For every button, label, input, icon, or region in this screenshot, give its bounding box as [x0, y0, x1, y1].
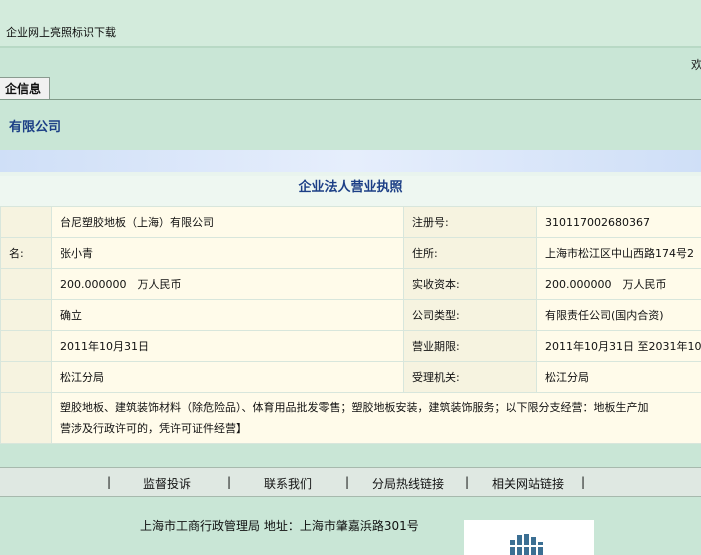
business-scope-line-2: 营涉及行政许可的，凭许可证件经营】: [60, 422, 247, 435]
registration-number-value: 310117002680367: [536, 206, 701, 238]
registration-authority-value: 松江分局: [51, 361, 404, 393]
nav-separator: |: [107, 475, 112, 489]
company-name-heading: 有限公司: [9, 120, 62, 135]
welcome-text: 欢: [691, 58, 701, 72]
field-label: [0, 206, 52, 238]
field-label: [0, 330, 52, 362]
field-label: [0, 299, 52, 331]
registered-capital-value: 200.000000 万人民币: [51, 268, 404, 300]
registration-number-label: 注册号:: [403, 206, 537, 238]
tab-company-info[interactable]: 企信息: [0, 77, 51, 100]
nav-link-complaints[interactable]: 监督投诉: [143, 475, 191, 492]
building-logo-icon: [508, 534, 548, 555]
accepting-authority-value: 松江分局: [536, 361, 701, 393]
status-value: 确立: [51, 299, 404, 331]
business-term-value: 2011年10月31日 至2031年10月: [536, 330, 701, 362]
top-header-bar: 企业网上亮照标识下载: [0, 0, 701, 48]
nav-link-related-sites[interactable]: 相关网站链接: [492, 475, 564, 492]
business-scope-line-1: 塑胶地板、建筑装饰材料（除危险品）、体育用品批发零售；塑胶地板安装，建筑装饰服务…: [60, 401, 649, 414]
table-row: 名: 张小青 住所: 上海市松江区中山西路174号2: [0, 237, 701, 269]
nav-link-branch-hotline[interactable]: 分局热线链接: [372, 475, 444, 492]
field-label: [0, 392, 52, 444]
nav-separator: |: [465, 475, 470, 489]
tab-underline: [0, 99, 701, 100]
address-label: 住所:: [403, 237, 537, 269]
table-row: 松江分局 受理机关: 松江分局: [0, 361, 701, 393]
decorative-band: [0, 150, 701, 172]
paid-in-capital-label: 实收资本:: [403, 268, 537, 300]
field-label: [0, 268, 52, 300]
table-row-business-scope: 塑胶地板、建筑装饰材料（除危险品）、体育用品批发零售；塑胶地板安装，建筑装饰服务…: [0, 392, 701, 444]
nav-separator: |: [581, 475, 586, 489]
page-header-title: 企业网上亮照标识下载: [6, 26, 116, 39]
field-label: [0, 361, 52, 393]
company-type-label: 公司类型:: [403, 299, 537, 331]
table-row: 确立 公司类型: 有限责任公司(国内合资): [0, 299, 701, 331]
company-full-name-value: 台尼塑胶地板（上海）有限公司: [51, 206, 404, 238]
address-value: 上海市松江区中山西路174号2: [536, 237, 701, 269]
legal-rep-value: 张小青: [51, 237, 404, 269]
establish-date-value: 2011年10月31日: [51, 330, 404, 362]
business-term-label: 营业期限:: [403, 330, 537, 362]
footer-navigation: | 监督投诉 | 联系我们 | 分局热线链接 | 相关网站链接 |: [0, 467, 701, 497]
nav-link-contact-us[interactable]: 联系我们: [264, 475, 312, 492]
nav-separator: |: [345, 475, 350, 489]
company-type-value: 有限责任公司(国内合资): [536, 299, 701, 331]
license-table: 台尼塑胶地板（上海）有限公司 注册号: 310117002680367 名: 张…: [0, 206, 701, 444]
footer-address: 上海市工商行政管理局 地址：上海市肇嘉浜路301号: [140, 519, 419, 533]
table-row: 2011年10月31日 营业期限: 2011年10月31日 至2031年10月: [0, 330, 701, 362]
aic-seal-logo: [464, 520, 594, 555]
paid-in-capital-value: 200.000000 万人民币: [536, 268, 701, 300]
nav-separator: |: [227, 475, 232, 489]
business-scope-value: 塑胶地板、建筑装饰材料（除危险品）、体育用品批发零售；塑胶地板安装，建筑装饰服务…: [51, 392, 701, 444]
table-row: 200.000000 万人民币 实收资本: 200.000000 万人民币: [0, 268, 701, 300]
accepting-authority-label: 受理机关:: [403, 361, 537, 393]
license-title: 企业法人营业执照: [0, 176, 701, 206]
table-row: 台尼塑胶地板（上海）有限公司 注册号: 310117002680367: [0, 206, 701, 238]
legal-rep-label: 名:: [0, 237, 52, 269]
